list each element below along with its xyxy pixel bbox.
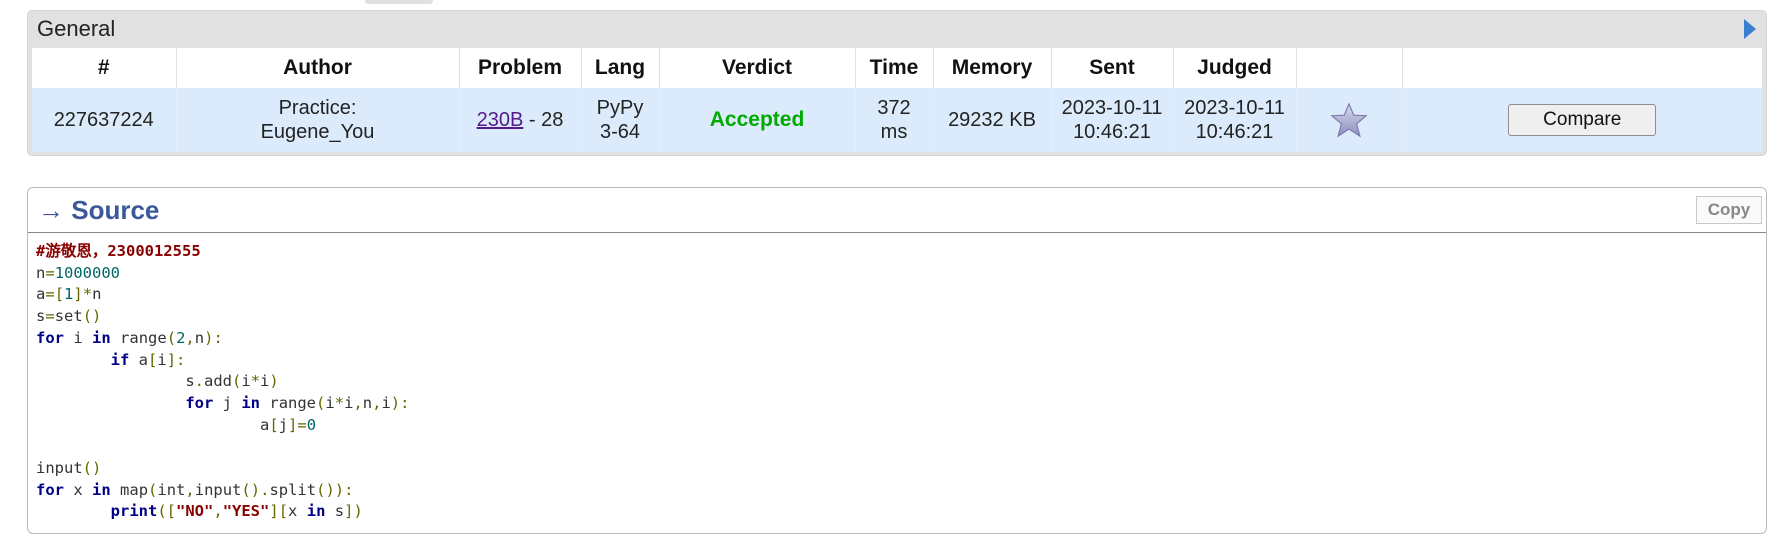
header-memory: Memory [933,48,1052,88]
time-value: 372 [877,97,911,119]
sent-date: 2023-10-11 [1061,97,1163,119]
header-verdict: Verdict [659,48,856,88]
header-time: Time [855,48,934,88]
submission-id: 227637224 [32,88,177,152]
problem-suffix: - 28 [523,109,564,131]
code-line: s=set() [36,307,102,326]
favourite-cell [1296,88,1403,152]
code-line: s.add(i*i) [185,372,279,391]
lang-line1: PyPy [596,97,644,119]
general-title: General [37,16,116,41]
header-compare [1402,48,1762,88]
code-line: for i in range(2,n): [36,328,223,347]
source-title: → Source [38,195,160,225]
author-prefix: Practice: [278,97,357,119]
table-header-row: # Author Problem Lang Verdict Time Memor… [32,48,1762,88]
sent-cell: 2023-10-11 10:46:21 [1051,88,1174,152]
judged-date: 2023-10-11 [1184,97,1285,119]
submission-table: # Author Problem Lang Verdict Time Memor… [32,48,1762,152]
copy-button[interactable]: Copy [1696,196,1762,224]
compare-cell: Compare [1402,88,1762,152]
table-row: 227637224 Practice: Eugene_You 230B - 28… [32,88,1762,152]
code-line: input() [36,459,102,478]
lang-line2: 3-64 [599,121,641,143]
source-panel: → Source Copy #游敬恩，2300012555 n=1000000 a=… [27,187,1767,534]
header-problem: Problem [459,48,582,88]
expand-arrow-icon[interactable] [1744,19,1756,39]
code-line: #游敬恩，2300012555 [36,242,201,260]
author-name[interactable]: Eugene_You [177,120,459,144]
author-cell: Practice: Eugene_You [176,88,460,152]
judged-cell: 2023-10-11 10:46:21 [1173,88,1297,152]
judged-time: 10:46:21 [1195,121,1274,143]
star-icon[interactable] [1330,101,1368,139]
problem-link[interactable]: 230B [477,109,524,131]
time-cell: 372 ms [855,88,934,152]
header-lang: Lang [581,48,660,88]
tab-stub [365,0,433,4]
code-block[interactable]: #游敬恩，2300012555 n=1000000 a=[1]*n s=set() fo… [28,232,1766,533]
memory-cell: 29232 KB [933,88,1052,152]
verdict-status[interactable]: Accepted [710,108,805,131]
lang-cell: PyPy 3-64 [581,88,660,152]
time-unit: ms [880,121,908,143]
code-line: n=1000000 [36,263,121,282]
code-line: a=[1]*n [36,285,102,304]
code-line: a[j]=0 [259,415,317,434]
code-line: for j in range(i*i,n,i): [185,393,410,412]
header-sent: Sent [1051,48,1174,88]
problem-cell: 230B - 28 [459,88,582,152]
sent-time: 10:46:21 [1073,121,1151,143]
header-author: Author [176,48,460,88]
general-panel: General # Author Problem Lang Verdict Ti… [27,10,1767,156]
verdict-cell: Accepted [659,88,856,152]
code-line: print(["NO","YES"][x in s]) [110,502,363,521]
compare-button[interactable]: Compare [1508,104,1657,136]
header-favourite [1296,48,1403,88]
source-code: #游敬恩，2300012555 n=1000000 a=[1]*n s=set() fo… [28,233,1766,531]
code-line: if a[i]: [110,350,186,369]
code-line: for x in map(int,input().split()): [36,480,354,499]
header-id: # [32,48,177,88]
header-judged: Judged [1173,48,1297,88]
